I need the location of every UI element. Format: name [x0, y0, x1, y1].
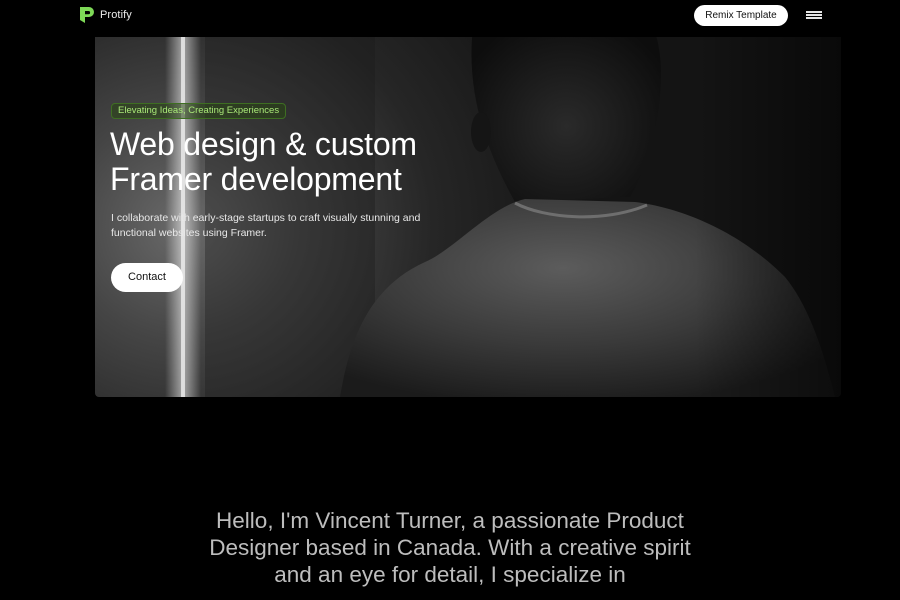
site-header: Protify Remix Template — [0, 0, 900, 30]
contact-button[interactable]: Contact — [111, 263, 183, 292]
brand-name: Protify — [100, 9, 132, 21]
intro-text: Hello, I'm Vincent Turner, a passionate … — [209, 508, 691, 587]
tagline-badge: Elevating Ideas, Creating Experiences — [111, 103, 287, 119]
hero-description: I collaborate with early-stage startups … — [111, 212, 421, 239]
page: Protify Remix Template Elevating Ideas, … — [0, 0, 900, 600]
hamburger-menu-icon[interactable] — [806, 11, 822, 19]
brand-logo[interactable]: Protify — [80, 7, 132, 23]
remix-template-button[interactable]: Remix Template — [694, 5, 788, 26]
hero-section: Elevating Ideas, Creating Experiences We… — [95, 37, 841, 397]
protify-logo-icon — [80, 7, 94, 23]
hero-title-line-1: Web design & custom — [110, 126, 417, 162]
hero-title: Web design & custom Framer development — [110, 127, 530, 197]
hero-title-line-2: Framer development — [110, 161, 402, 197]
